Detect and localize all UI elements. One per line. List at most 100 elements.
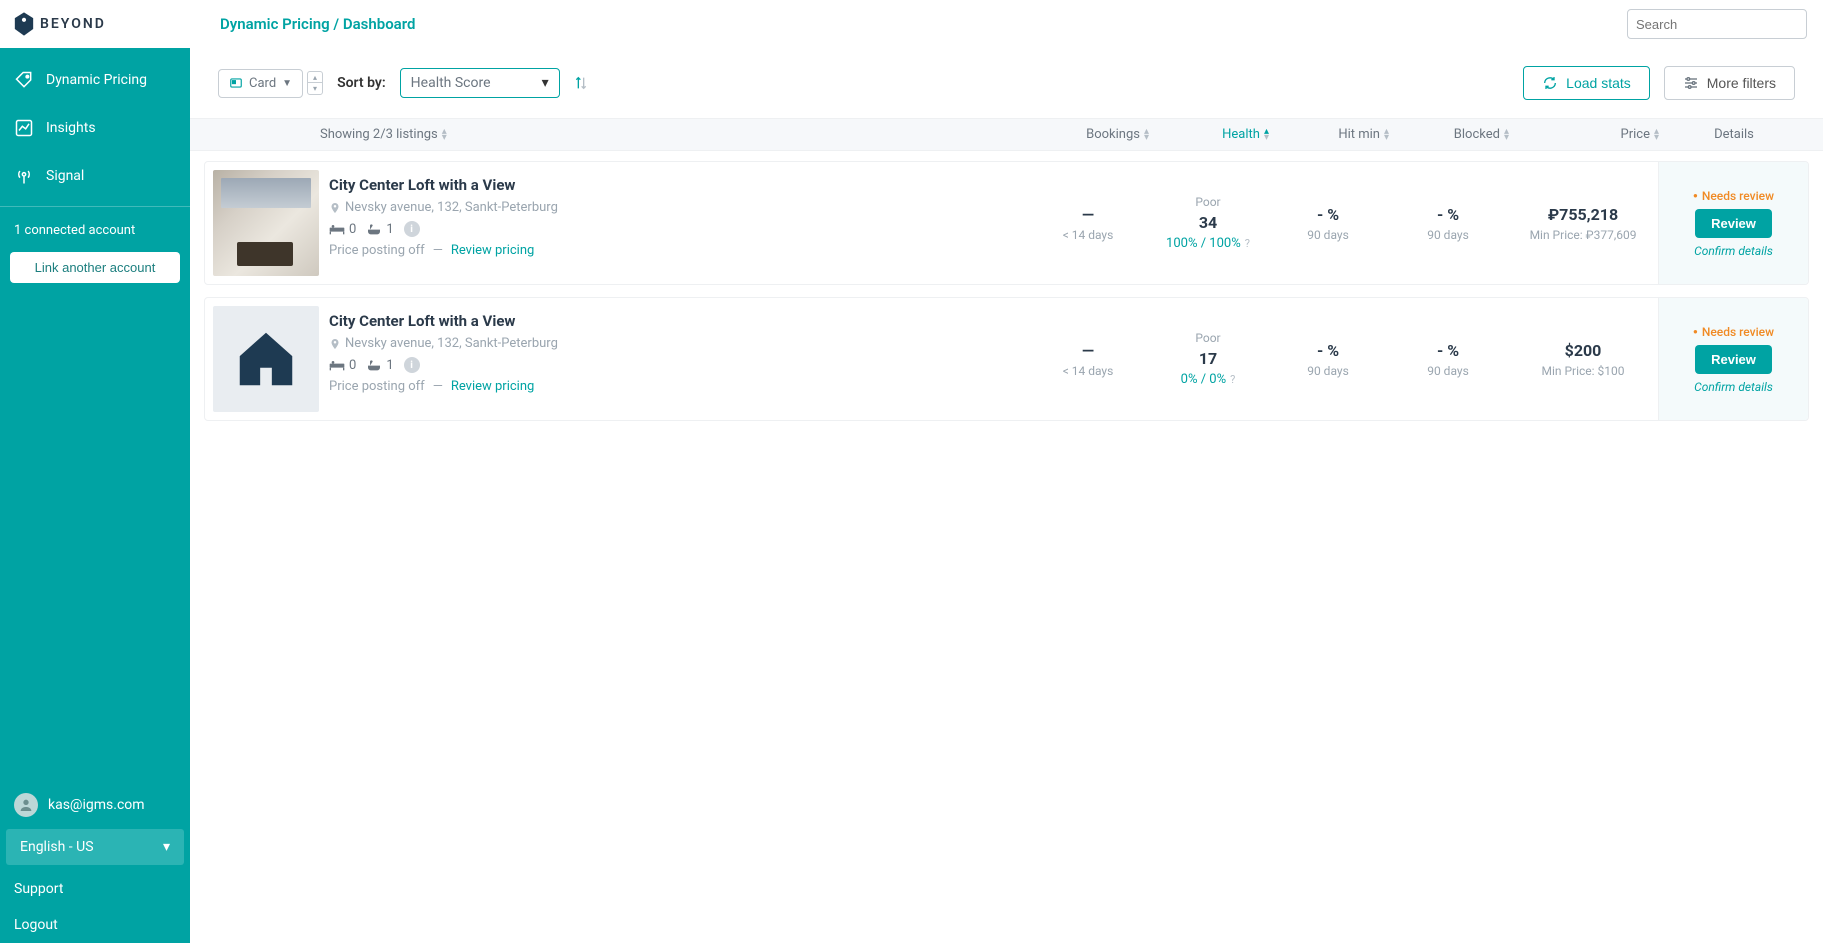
listing-address: Nevsky avenue, 132, Sankt-Peterburg: [329, 200, 1020, 215]
search-input[interactable]: [1636, 17, 1812, 32]
connected-accounts-text: 1 connected account: [0, 213, 190, 252]
sort-by-label: Sort by:: [337, 75, 386, 91]
listings-container: City Center Loft with a View Nevsky aven…: [190, 151, 1823, 431]
listing-title[interactable]: City Center Loft with a View: [329, 176, 1020, 194]
filters-icon: [1683, 75, 1699, 91]
sidebar: Dynamic Pricing Insights Signal 1 connec…: [0, 0, 190, 943]
blocked-cell: - % 90 days: [1388, 162, 1508, 284]
price-cell: $200 Min Price: $100: [1508, 298, 1658, 420]
more-filters-label: More filters: [1707, 75, 1776, 91]
sidebar-item-insights[interactable]: Insights: [0, 104, 190, 152]
logout-link[interactable]: Logout: [0, 907, 190, 943]
bookings-cell: — < 14 days: [1028, 162, 1148, 284]
blocked-cell: - % 90 days: [1388, 298, 1508, 420]
col-showing[interactable]: Showing 2/3 listings ▴▾: [320, 127, 1029, 142]
price-posting-status: Price posting off— Review pricing: [329, 379, 1020, 394]
col-bookings[interactable]: Bookings ▴▾: [1029, 127, 1149, 142]
logo-text: BEYOND: [40, 16, 106, 32]
col-details: Details: [1659, 127, 1809, 142]
stepper-down-icon[interactable]: ▾: [308, 83, 322, 94]
sidebar-item-signal[interactable]: Signal: [0, 152, 190, 200]
review-button[interactable]: Review: [1695, 209, 1772, 238]
language-selector[interactable]: English - US ▾: [6, 829, 184, 865]
info-icon[interactable]: i: [404, 221, 420, 237]
sort-icon: ▴▾: [442, 129, 447, 141]
nav-label: Insights: [46, 120, 96, 136]
listing-info: City Center Loft with a View Nevsky aven…: [325, 298, 1028, 420]
main-content: Card ▼ ▴ ▾ Sort by: Health Score Load st…: [190, 0, 1823, 943]
view-select[interactable]: Card ▼: [218, 69, 303, 98]
col-price[interactable]: Price ▴▾: [1509, 127, 1659, 142]
controls-bar: Card ▼ ▴ ▾ Sort by: Health Score Load st…: [190, 48, 1823, 119]
bath-icon: [366, 223, 382, 235]
review-pricing-link[interactable]: Review pricing: [451, 379, 534, 394]
card-icon: [229, 76, 243, 90]
needs-review-badge: Needs review: [1693, 325, 1774, 339]
col-health[interactable]: Health ▴▾: [1149, 127, 1269, 142]
user-email: kas@igms.com: [48, 797, 145, 813]
bath-icon: [366, 359, 382, 371]
price-posting-status: Price posting off— Review pricing: [329, 243, 1020, 258]
details-cell: Needs review Review Confirm details: [1658, 298, 1808, 420]
sort-select-value: Health Score: [411, 75, 491, 91]
tag-icon: [14, 70, 34, 90]
language-label: English - US: [20, 839, 94, 855]
user-row[interactable]: kas@igms.com: [0, 781, 190, 829]
house-icon: [231, 324, 301, 394]
confirm-details-link[interactable]: Confirm details: [1694, 380, 1773, 394]
help-icon[interactable]: ?: [1245, 237, 1250, 250]
bed-icon: [329, 359, 345, 371]
listing-thumbnail: [213, 170, 319, 276]
listing-info: City Center Loft with a View Nevsky aven…: [325, 162, 1028, 284]
bed-icon: [329, 223, 345, 235]
sidebar-item-dynamic-pricing[interactable]: Dynamic Pricing: [0, 56, 190, 104]
pin-icon: [329, 202, 341, 214]
sort-arrows-icon: [574, 75, 588, 91]
listing-card[interactable]: City Center Loft with a View Nevsky aven…: [204, 297, 1809, 421]
support-link[interactable]: Support: [0, 871, 190, 907]
signal-icon: [14, 166, 34, 186]
view-select-label: Card: [249, 76, 276, 91]
sort-direction-toggle[interactable]: [574, 75, 588, 91]
nav-label: Signal: [46, 168, 84, 184]
hitmin-cell: - % 90 days: [1268, 298, 1388, 420]
load-stats-button[interactable]: Load stats: [1523, 66, 1650, 100]
breadcrumb[interactable]: Dynamic Pricing / Dashboard: [190, 15, 1627, 33]
price-cell: ₽755,218 Min Price: ₽377,609: [1508, 162, 1658, 284]
listing-amenities: 0 1 i: [329, 357, 1020, 373]
listing-thumbnail: [213, 306, 319, 412]
listing-card[interactable]: City Center Loft with a View Nevsky aven…: [204, 161, 1809, 285]
brand-logo[interactable]: BEYOND: [0, 0, 190, 48]
details-cell: Needs review Review Confirm details: [1658, 162, 1808, 284]
listing-title[interactable]: City Center Loft with a View: [329, 312, 1020, 330]
hitmin-cell: - % 90 days: [1268, 162, 1388, 284]
table-header: Showing 2/3 listings ▴▾ Bookings ▴▾ Heal…: [190, 119, 1823, 151]
col-hit-min[interactable]: Hit min ▴▾: [1269, 127, 1389, 142]
view-density-stepper[interactable]: ▴ ▾: [307, 71, 323, 95]
confirm-details-link[interactable]: Confirm details: [1694, 244, 1773, 258]
sort-select[interactable]: Health Score: [400, 68, 560, 98]
nav-label: Dynamic Pricing: [46, 72, 147, 88]
stepper-up-icon[interactable]: ▴: [308, 72, 322, 83]
review-pricing-link[interactable]: Review pricing: [451, 243, 534, 258]
more-filters-button[interactable]: More filters: [1664, 66, 1795, 100]
top-header: BEYOND Dynamic Pricing / Dashboard: [0, 0, 1823, 48]
load-stats-label: Load stats: [1566, 75, 1631, 91]
help-icon[interactable]: ?: [1230, 373, 1235, 386]
bookings-cell: — < 14 days: [1028, 298, 1148, 420]
health-cell: Poor 17 0% / 0%?: [1148, 298, 1268, 420]
search-box[interactable]: [1627, 9, 1807, 39]
chevron-down-icon: ▾: [163, 839, 170, 855]
listing-amenities: 0 1 i: [329, 221, 1020, 237]
pin-icon: [329, 338, 341, 350]
listing-address: Nevsky avenue, 132, Sankt-Peterburg: [329, 336, 1020, 351]
avatar-icon: [14, 793, 38, 817]
col-blocked[interactable]: Blocked ▴▾: [1389, 127, 1509, 142]
review-button[interactable]: Review: [1695, 345, 1772, 374]
link-another-account-button[interactable]: Link another account: [10, 252, 180, 283]
needs-review-badge: Needs review: [1693, 189, 1774, 203]
logo-icon: [14, 11, 34, 37]
chart-icon: [14, 118, 34, 138]
health-cell: Poor 34 100% / 100%?: [1148, 162, 1268, 284]
info-icon[interactable]: i: [404, 357, 420, 373]
